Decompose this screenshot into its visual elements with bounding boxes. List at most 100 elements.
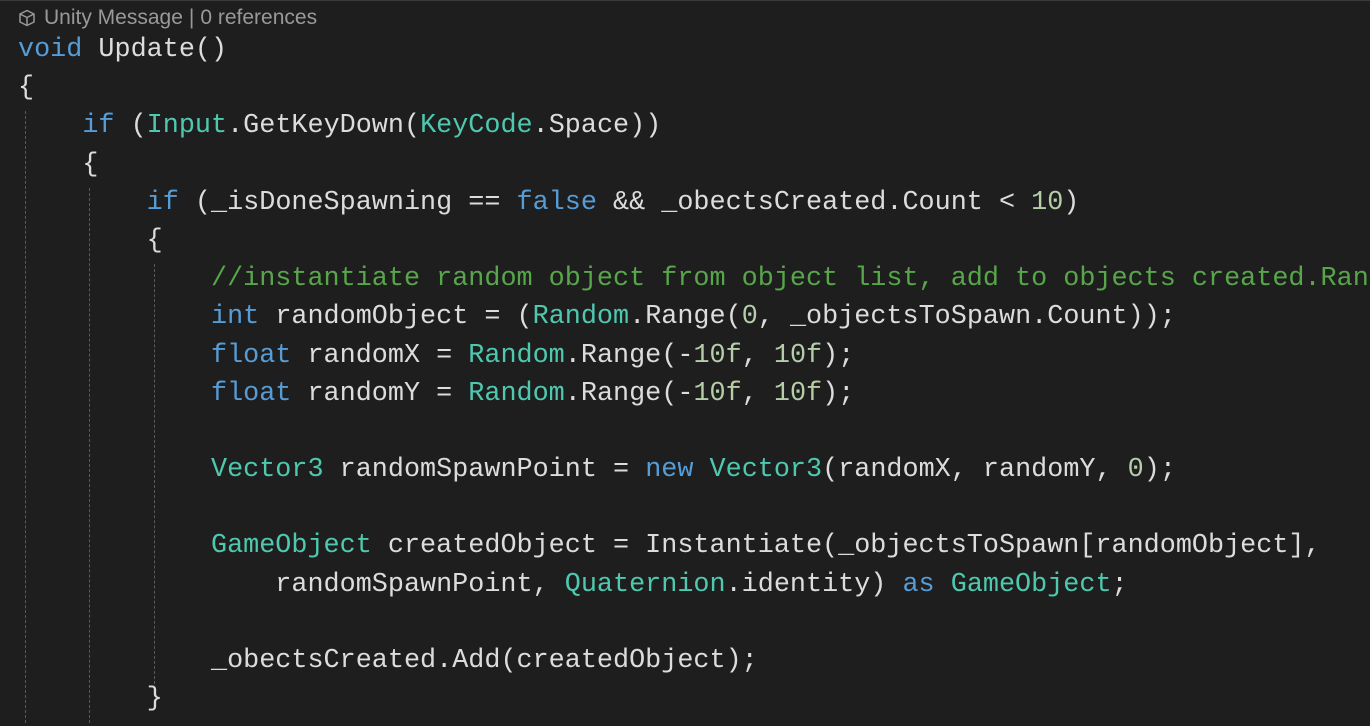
code-line[interactable] bbox=[18, 489, 1369, 527]
code-token: int bbox=[210, 302, 260, 333]
code-editor[interactable]: Unity Message | 0 references void Update… bbox=[0, 0, 1370, 726]
code-token: GameObject bbox=[210, 531, 372, 562]
code-token: if bbox=[146, 187, 179, 218]
code-token: Vector3 bbox=[709, 455, 823, 486]
code-area[interactable]: void Update() { if (Input.GetKeyDown(KeyC… bbox=[18, 31, 1369, 718]
code-line[interactable]: } bbox=[18, 680, 1369, 718]
code-line[interactable]: Vector3 randomSpawnPoint = new Vector3(r… bbox=[18, 451, 1369, 489]
code-token: randomSpawnPoint, bbox=[275, 569, 565, 600]
code-token: false bbox=[516, 187, 597, 218]
code-line[interactable]: GameObject createdObject = Instantiate(_… bbox=[18, 527, 1369, 565]
codelens-separator: | bbox=[188, 6, 195, 29]
code-token: KeyCode bbox=[420, 111, 533, 142]
code-token: ); bbox=[1143, 455, 1176, 486]
code-token: if bbox=[82, 111, 115, 142]
code-token: ) bbox=[1063, 187, 1080, 218]
indent-guide bbox=[25, 111, 26, 723]
code-token: 10f bbox=[773, 340, 823, 371]
code-token: randomSpawnPoint = bbox=[323, 455, 646, 486]
code-token: (_isDoneSpawning == bbox=[178, 187, 517, 218]
code-token: GameObject bbox=[950, 569, 1112, 600]
code-token: 10f bbox=[693, 340, 742, 371]
code-token: { bbox=[18, 73, 35, 104]
code-token: , bbox=[741, 340, 774, 371]
code-token: .Range(- bbox=[564, 378, 694, 409]
code-token: _obectsCreated.Add(createdObject); bbox=[210, 646, 758, 676]
code-line[interactable]: //instantiate random object from object … bbox=[18, 260, 1369, 298]
code-token: Random bbox=[468, 378, 565, 409]
indent-guide bbox=[154, 264, 155, 685]
code-token: 10f bbox=[773, 378, 823, 409]
codelens-references-link[interactable]: 0 references bbox=[200, 6, 317, 30]
code-token: .Space)) bbox=[532, 111, 662, 142]
code-token: { bbox=[146, 225, 163, 256]
code-token: randomY = bbox=[291, 378, 469, 409]
code-line[interactable]: if (_isDoneSpawning == false && _obectsC… bbox=[18, 184, 1369, 222]
code-token: .identity) bbox=[725, 569, 903, 600]
code-token: .Range( bbox=[629, 302, 742, 333]
code-token: && _obectsCreated.Count < bbox=[596, 187, 1032, 218]
indent-guide bbox=[89, 187, 90, 723]
code-token: createdObject = Instantiate(_objectsToSp… bbox=[371, 531, 1321, 562]
code-token: Input bbox=[146, 111, 228, 142]
code-line[interactable]: randomSpawnPoint, Quaternion.identity) a… bbox=[18, 566, 1369, 604]
code-token: randomX = bbox=[291, 340, 469, 371]
code-line[interactable]: float randomY = Random.Range(-10f, 10f); bbox=[18, 375, 1369, 413]
code-token: Quaternion bbox=[564, 569, 726, 600]
codelens[interactable]: Unity Message | 0 references bbox=[18, 5, 317, 31]
code-token: .Range(- bbox=[564, 340, 694, 371]
code-token: .GetKeyDown( bbox=[227, 111, 421, 142]
code-token: (randomX, randomY, bbox=[822, 455, 1128, 486]
code-token: ( bbox=[114, 111, 147, 142]
code-line[interactable] bbox=[18, 604, 1369, 642]
code-token: , bbox=[741, 378, 774, 409]
code-token: 10 bbox=[1031, 187, 1064, 218]
code-token: } bbox=[146, 684, 163, 715]
code-token: float bbox=[210, 378, 292, 409]
code-token: as bbox=[902, 569, 935, 600]
code-line[interactable]: _obectsCreated.Add(createdObject); bbox=[18, 642, 1369, 680]
code-token: //instantiate random object from object … bbox=[210, 264, 1369, 295]
code-token: float bbox=[210, 340, 292, 371]
code-line[interactable]: void Update() bbox=[18, 31, 1369, 69]
code-line[interactable]: { bbox=[18, 146, 1369, 184]
code-token: randomObject = ( bbox=[259, 302, 533, 333]
code-line[interactable]: float randomX = Random.Range(-10f, 10f); bbox=[18, 337, 1369, 375]
codelens-kind: Unity Message bbox=[44, 6, 183, 29]
code-line[interactable]: int randomObject = (Random.Range(0, _obj… bbox=[18, 298, 1369, 336]
code-line[interactable]: { bbox=[18, 69, 1369, 107]
code-token: Random bbox=[532, 302, 630, 333]
code-line[interactable] bbox=[18, 413, 1369, 451]
code-line[interactable]: { bbox=[18, 222, 1369, 260]
code-token: Random bbox=[468, 340, 565, 371]
code-token: { bbox=[82, 149, 99, 180]
code-token: Vector3 bbox=[210, 455, 324, 486]
code-token: 0 bbox=[1127, 455, 1144, 486]
code-token: , _objectsToSpawn.Count)); bbox=[757, 302, 1176, 333]
code-token: Update() bbox=[82, 35, 228, 65]
code-token: new bbox=[645, 455, 694, 486]
code-token: void bbox=[18, 35, 83, 65]
code-token: ); bbox=[822, 340, 855, 371]
code-line[interactable]: if (Input.GetKeyDown(KeyCode.Space)) bbox=[18, 107, 1369, 145]
code-token: ); bbox=[822, 378, 855, 409]
unity-cube-icon bbox=[18, 9, 36, 27]
code-token: ; bbox=[1111, 569, 1128, 600]
code-token: 10f bbox=[693, 378, 742, 409]
code-token: 0 bbox=[741, 302, 758, 333]
